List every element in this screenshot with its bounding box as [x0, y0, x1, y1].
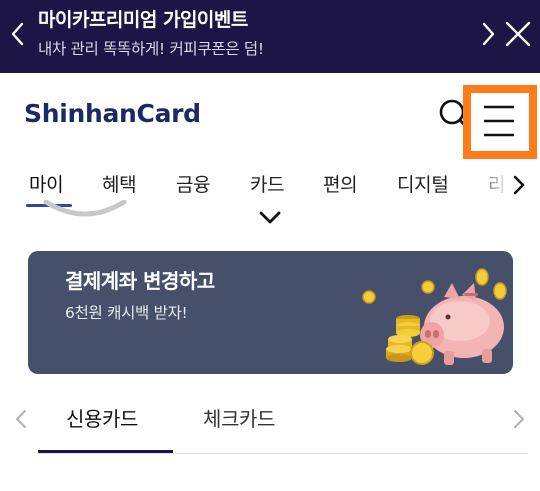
- tab-check-card[interactable]: 체크카드: [203, 403, 275, 432]
- search-button[interactable]: [434, 97, 464, 131]
- banner-title: 결제계좌 변경하고: [65, 269, 215, 293]
- search-icon: [439, 99, 464, 127]
- card-tabs-divider: [38, 453, 528, 454]
- app-header: ShinhanCard: [0, 73, 540, 163]
- nav-tab-digital[interactable]: 디지털: [397, 170, 449, 197]
- menu-button[interactable]: [463, 85, 537, 159]
- nav-tab-convenience[interactable]: 편의: [323, 170, 358, 197]
- nav-tab-finance[interactable]: 금융: [176, 170, 211, 197]
- chevron-left-icon[interactable]: [6, 20, 30, 48]
- promo-banner[interactable]: 마이카프리미엄 가입이벤트 내차 관리 똑똑하게! 커피쿠폰은 덤!: [0, 0, 540, 73]
- chevron-left-icon[interactable]: [12, 407, 30, 431]
- chevron-right-icon[interactable]: [510, 407, 528, 431]
- card-type-tabs: 신용카드 체크카드: [0, 389, 540, 455]
- promo-subtitle[interactable]: 내차 관리 똑똑하게! 커피쿠폰은 덤!: [38, 37, 264, 59]
- promo-title[interactable]: 마이카프리미엄 가입이벤트: [38, 5, 248, 32]
- nav-tab-card[interactable]: 카드: [250, 170, 285, 197]
- nav-scroll-fade: [470, 163, 540, 209]
- nav-tab-benefits[interactable]: 혜택: [102, 170, 137, 197]
- banner-description: 6천원 캐시백 받자!: [65, 304, 188, 322]
- profile-card-edge: [43, 200, 127, 217]
- chevron-right-icon[interactable]: [510, 173, 528, 197]
- tab-credit-card[interactable]: 신용카드: [66, 403, 138, 432]
- shinhan-card-logo[interactable]: ShinhanCard: [24, 99, 201, 128]
- hamburger-menu-icon: [484, 105, 514, 137]
- cashback-banner[interactable]: 결제계좌 변경하고 6천원 캐시백 받자!: [28, 251, 513, 374]
- chevron-right-icon[interactable]: [476, 20, 500, 48]
- close-icon[interactable]: [502, 18, 534, 50]
- nav-tab-my[interactable]: 마이: [29, 170, 64, 197]
- piggy-bank-with-coins-icon: [362, 268, 507, 365]
- chevron-down-icon[interactable]: [257, 208, 283, 228]
